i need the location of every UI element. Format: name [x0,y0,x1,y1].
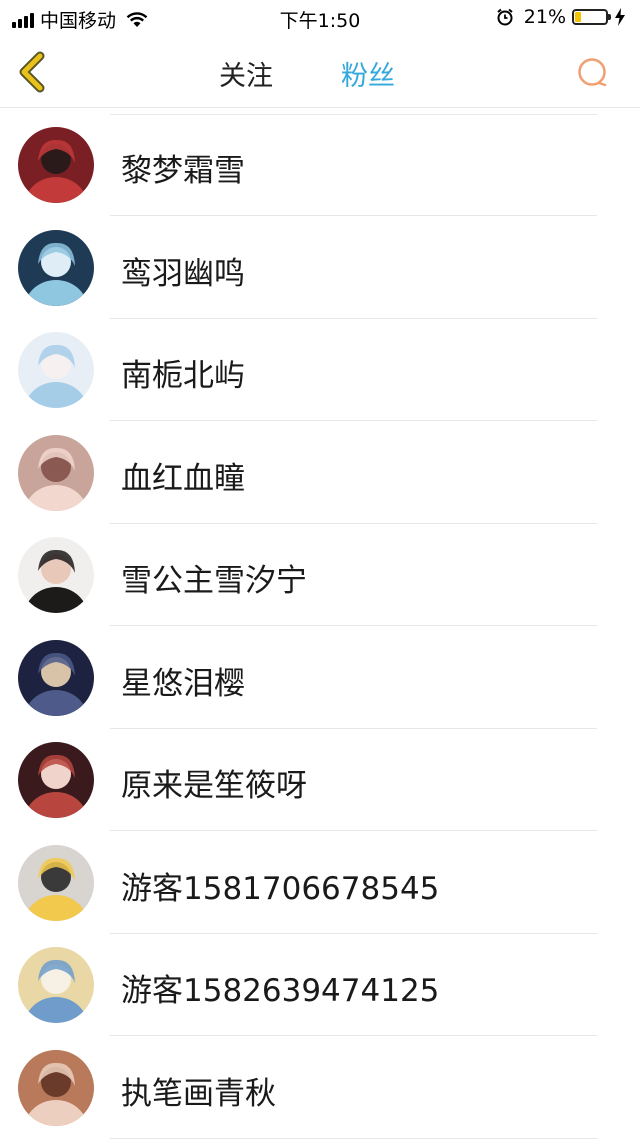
avatar[interactable] [18,127,94,203]
avatar[interactable] [18,332,94,408]
list-item[interactable]: 血红血瞳 [0,422,640,524]
avatar-image [18,229,94,306]
battery-icon [572,9,611,25]
avatar[interactable] [18,434,94,511]
avatar[interactable] [18,229,94,306]
list-item[interactable]: 南栀北屿 [0,319,640,421]
fan-name: 执笔画青秋 [121,1075,276,1112]
avatar[interactable] [18,947,94,1023]
avatar[interactable] [18,537,94,613]
navbar: 关注 粉丝 [0,36,640,108]
list-item[interactable]: 游客1581706678545 [0,832,640,934]
fan-name: 雪公主雪汐宁 [121,563,307,599]
avatar-image [18,1049,94,1126]
avatar[interactable] [18,742,94,818]
avatar-image [18,639,94,716]
fan-name: 游客1582639474125 [121,973,440,1009]
fan-name: 血红血瞳 [121,460,245,497]
avatar[interactable] [18,844,94,921]
list-item[interactable]: 雪公主雪汐宁 [0,524,640,626]
tab-follow[interactable]: 关注 [219,54,273,93]
list-item[interactable]: 黎梦霜雪 [0,114,640,216]
fan-name: 南栀北屿 [121,358,245,394]
list-item[interactable]: 鸾羽幽鸣 [0,217,640,319]
alarm-icon [497,8,513,26]
battery-percent: 21% [523,6,566,28]
fan-name: 原来是笙筱呀 [121,768,307,804]
status-right: 21% [496,6,626,28]
avatar-image [18,537,94,613]
avatar-image [18,947,94,1023]
avatar-image [18,434,94,511]
avatar-image [18,844,94,921]
list-item[interactable]: 游客1582639474125 [0,934,640,1036]
list-item[interactable]: 星悠泪樱 [0,627,640,729]
list-item[interactable]: 执笔画青秋 [0,1037,640,1139]
avatar[interactable] [18,1049,94,1126]
fan-name: 游客1581706678545 [121,870,440,907]
charging-icon [615,8,625,26]
back-icon[interactable] [14,50,50,94]
avatar-image [18,127,94,203]
tab-fans[interactable]: 粉丝 [341,54,395,93]
avatar[interactable] [18,639,94,716]
battery-fill [575,12,581,22]
fan-name: 黎梦霜雪 [121,153,245,189]
status-bar: 中国移动 下午1:50 21% [0,0,640,36]
fan-name: 星悠泪樱 [121,665,245,702]
avatar-image [18,742,94,818]
list-item[interactable]: 原来是笙筱呀 [0,729,640,831]
avatar-image [18,332,94,408]
fan-name: 鸾羽幽鸣 [121,255,245,292]
search-icon[interactable] [576,56,610,90]
row-divider [110,1137,597,1139]
